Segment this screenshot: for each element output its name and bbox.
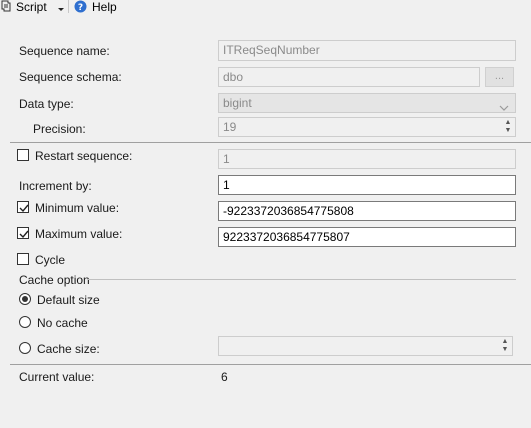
cache-option-divider	[88, 279, 516, 280]
no-cache-label: No cache	[37, 316, 88, 330]
maximum-value-checkbox[interactable]	[17, 227, 29, 239]
spin-down-icon[interactable]: ▼	[499, 346, 511, 354]
minimum-value-label: Minimum value:	[35, 201, 120, 215]
toolbar-divider	[68, 0, 69, 13]
maximum-value-label: Maximum value:	[35, 227, 123, 241]
no-cache-radio[interactable]	[19, 316, 31, 328]
minimum-value-field[interactable]: -9223372036854775808	[218, 201, 516, 221]
svg-text:?: ?	[78, 3, 83, 13]
section-divider	[10, 364, 531, 365]
help-button[interactable]: Help	[92, 0, 117, 14]
increment-by-label: Increment by:	[19, 179, 92, 193]
chevron-down-icon[interactable]	[57, 2, 65, 11]
help-icon[interactable]: ?	[74, 0, 87, 13]
cycle-checkbox[interactable]	[17, 253, 29, 265]
cache-size-spinner[interactable]: ▲ ▼	[218, 336, 513, 356]
precision-spin-buttons[interactable]: ▲ ▼	[502, 119, 514, 135]
checkmark-icon	[19, 204, 29, 213]
precision-label: Precision:	[33, 122, 86, 136]
restart-sequence-checkbox[interactable]	[17, 149, 29, 161]
precision-value: 19	[223, 120, 237, 134]
default-size-label: Default size	[37, 293, 100, 307]
spin-up-icon[interactable]: ▲	[502, 119, 514, 127]
data-type-select[interactable]: bigint	[218, 93, 516, 113]
radio-selected-dot	[22, 296, 28, 302]
precision-spinner[interactable]: 19 ▲ ▼	[218, 117, 516, 137]
current-value-label: Current value:	[19, 370, 95, 384]
increment-by-field[interactable]: 1	[218, 175, 516, 195]
sequence-name-field[interactable]: ITReqSeqNumber	[218, 40, 516, 61]
cache-option-group-label: Cache option	[19, 273, 90, 287]
spin-down-icon[interactable]: ▼	[502, 127, 514, 135]
data-type-value: bigint	[223, 96, 252, 110]
minimum-value-checkbox[interactable]	[17, 201, 29, 213]
current-value: 6	[221, 370, 228, 384]
script-button[interactable]: Script	[16, 0, 47, 14]
cache-size-radio[interactable]	[19, 342, 31, 354]
default-size-radio[interactable]	[19, 293, 31, 305]
sequence-name-label: Sequence name:	[19, 44, 110, 58]
spin-up-icon[interactable]: ▲	[499, 338, 511, 346]
section-divider	[10, 142, 531, 143]
checkmark-icon	[19, 230, 29, 239]
restart-sequence-label: Restart sequence:	[35, 149, 133, 163]
maximum-value-field[interactable]: 9223372036854775807	[218, 227, 516, 247]
cache-size-spin-buttons[interactable]: ▲ ▼	[499, 338, 511, 354]
toolbar: Script ? Help	[0, 0, 531, 14]
cycle-label: Cycle	[35, 253, 66, 267]
sequence-schema-label: Sequence schema:	[19, 70, 122, 84]
data-type-label: Data type:	[19, 97, 74, 111]
schema-browse-button[interactable]: ...	[485, 67, 514, 87]
sequence-schema-field[interactable]: dbo	[218, 67, 480, 87]
restart-value-field[interactable]: 1	[218, 149, 516, 169]
script-icon[interactable]	[1, 0, 11, 12]
cache-size-label: Cache size:	[37, 342, 100, 356]
chevron-down-icon	[499, 99, 509, 111]
